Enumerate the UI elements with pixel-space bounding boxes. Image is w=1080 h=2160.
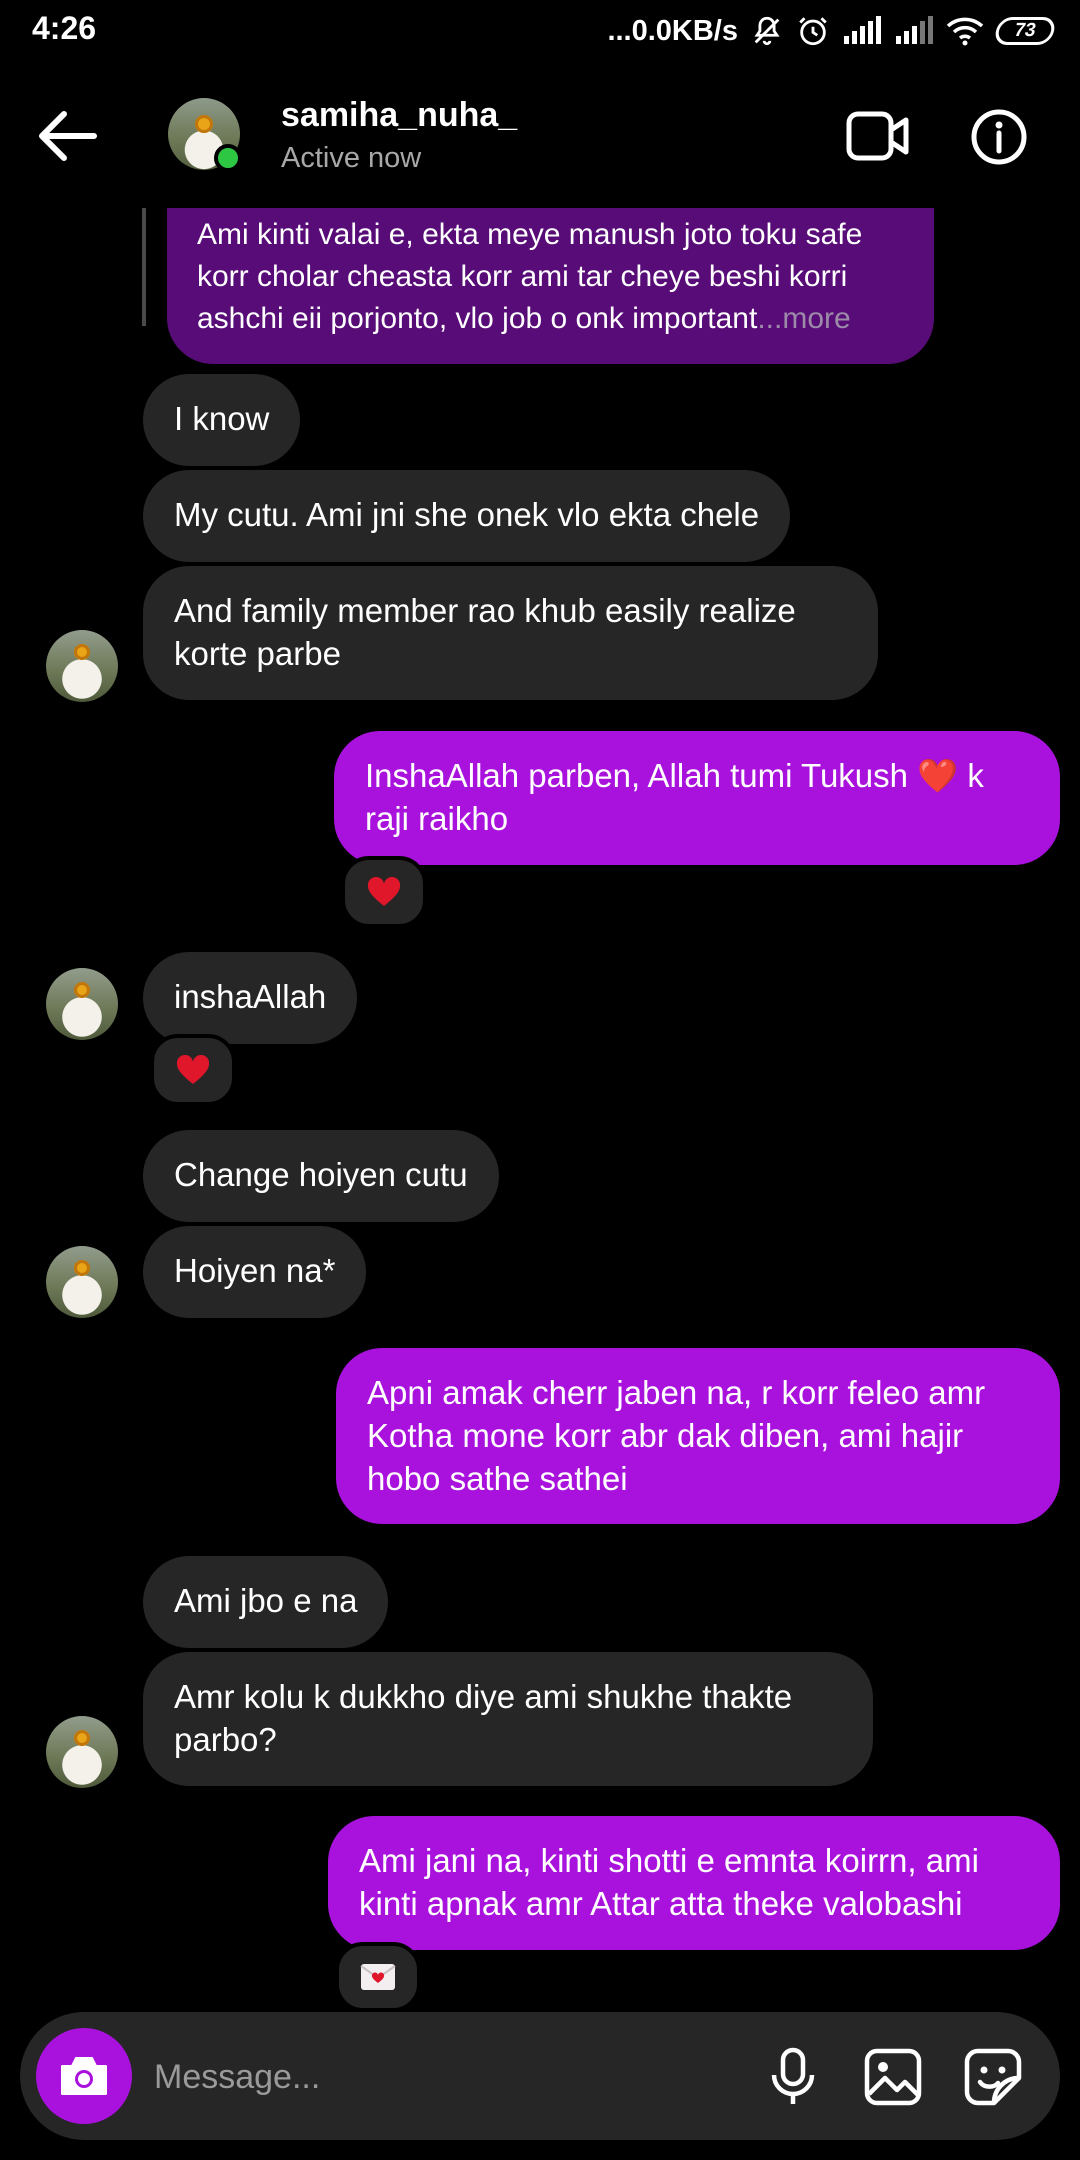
network-speed: ...0.0KB/s <box>607 14 738 47</box>
message-incoming[interactable]: Ami jbo e na <box>143 1556 389 1648</box>
mute-icon <box>754 16 780 46</box>
camera-button[interactable] <box>36 2028 132 2124</box>
alarm-icon <box>799 17 827 46</box>
love-letter-icon <box>360 1964 396 1990</box>
more-link[interactable]: ...more <box>757 302 850 335</box>
message-text: I know <box>174 400 270 437</box>
sunflower-icon <box>74 982 90 998</box>
info-icon <box>971 109 1027 165</box>
message-composer <box>20 2012 1060 2140</box>
status-icons: ...0.0KB/s 73 <box>607 10 1057 52</box>
chat-header: samiha_nuha_ Active now <box>0 62 1080 208</box>
info-button[interactable] <box>970 108 1028 166</box>
sender-avatar[interactable] <box>46 968 118 1040</box>
message-text: Ami jbo e na <box>174 1582 358 1619</box>
message-incoming[interactable]: And family member rao khub easily realiz… <box>143 566 878 700</box>
heart-icon <box>367 877 401 906</box>
heart-icon <box>176 1055 210 1084</box>
video-camera-icon <box>846 111 909 161</box>
image-icon <box>864 2048 922 2106</box>
reaction-badge[interactable] <box>150 1034 236 1106</box>
quoted-message[interactable]: Ami kinti valai e, ekta meye manush joto… <box>167 208 934 364</box>
message-text: Change hoiyen cutu <box>174 1156 468 1193</box>
message-text: Apni amak cherr jaben na, r korr feleo a… <box>367 1374 986 1497</box>
sunflower-icon <box>74 644 90 660</box>
sender-avatar[interactable] <box>46 1716 118 1788</box>
sender-avatar[interactable] <box>46 630 118 702</box>
message-text: InshaAllah parben, Allah tumi Tukush ❤️ … <box>365 757 984 837</box>
message-text: And family member rao khub easily realiz… <box>174 592 796 672</box>
message-incoming[interactable]: inshaAllah <box>143 952 358 1044</box>
message-outgoing[interactable]: Ami jani na, kinti shotti e emnta koirrn… <box>328 1816 1060 1950</box>
message-text: Amr kolu k dukkho diye ami shukhe thakte… <box>174 1678 793 1758</box>
battery-indicator: 73 <box>993 17 1057 45</box>
message-thread[interactable]: Ami kinti valai e, ekta meye manush joto… <box>0 208 1080 2012</box>
chat-username[interactable]: samiha_nuha_ <box>281 96 517 135</box>
arrow-left-icon <box>39 111 97 161</box>
signal-icon <box>844 16 881 44</box>
message-text: Hoiyen na* <box>174 1252 336 1289</box>
profile-avatar[interactable] <box>168 98 242 172</box>
message-text: My cutu. Ami jni she onek vlo ekta chele <box>174 496 760 533</box>
status-bar: 4:26 ...0.0KB/s 73 <box>0 0 1080 62</box>
sticker-button[interactable] <box>958 2042 1028 2112</box>
active-status: Active now <box>281 142 422 174</box>
microphone-button[interactable] <box>758 2042 828 2112</box>
gallery-button[interactable] <box>858 2042 928 2112</box>
reaction-badge[interactable] <box>341 856 427 928</box>
message-text: inshaAllah <box>174 978 327 1015</box>
sender-avatar[interactable] <box>46 1246 118 1318</box>
message-incoming[interactable]: I know <box>143 374 301 466</box>
online-indicator <box>214 144 242 172</box>
message-text: Ami jani na, kinti shotti e emnta koirrn… <box>359 1842 979 1922</box>
status-time: 4:26 <box>32 10 97 46</box>
message-incoming[interactable]: Change hoiyen cutu <box>143 1130 499 1222</box>
reaction-badge[interactable] <box>335 1942 421 2012</box>
message-input[interactable] <box>152 2048 716 2106</box>
message-incoming[interactable]: Hoiyen na* <box>143 1226 367 1318</box>
message-outgoing[interactable]: InshaAllah parben, Allah tumi Tukush ❤️ … <box>334 731 1060 865</box>
sticker-icon <box>964 2048 1022 2106</box>
sunflower-icon <box>74 1260 90 1276</box>
wifi-icon <box>946 17 984 46</box>
quote-indicator <box>142 208 146 326</box>
sunflower-icon <box>195 115 213 133</box>
camera-icon <box>61 2057 107 2095</box>
signal-2-icon <box>896 16 933 44</box>
message-incoming[interactable]: My cutu. Ami jni she onek vlo ekta chele <box>143 470 791 562</box>
message-outgoing[interactable]: Apni amak cherr jaben na, r korr feleo a… <box>336 1348 1060 1524</box>
video-call-button[interactable] <box>846 108 910 164</box>
message-incoming[interactable]: Amr kolu k dukkho diye ami shukhe thakte… <box>143 1652 873 1786</box>
sunflower-icon <box>74 1730 90 1746</box>
microphone-icon <box>771 2047 815 2104</box>
back-button[interactable] <box>36 106 106 166</box>
